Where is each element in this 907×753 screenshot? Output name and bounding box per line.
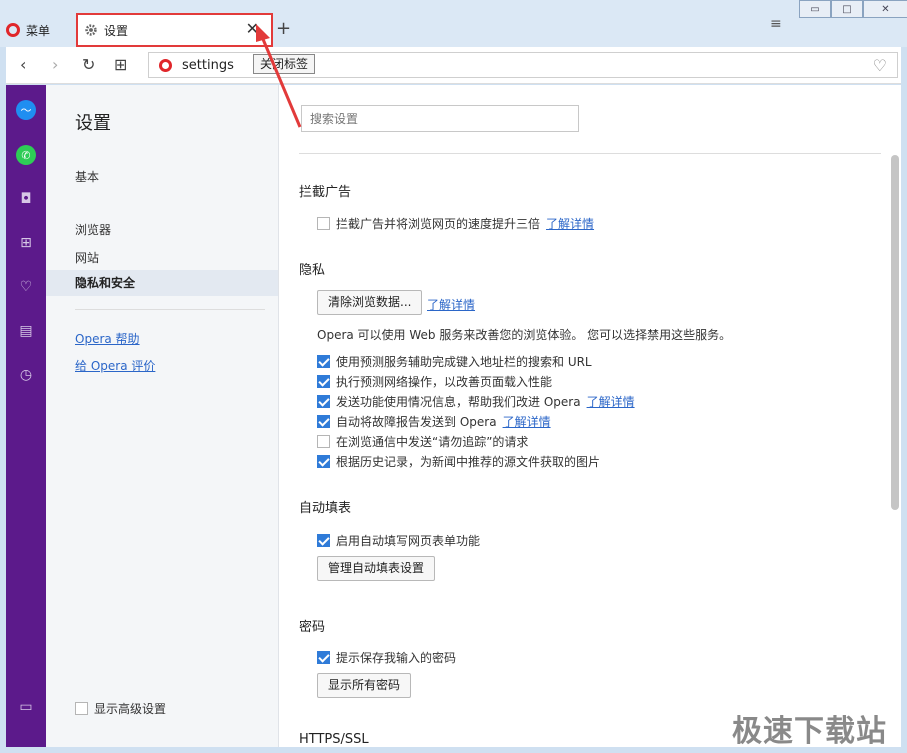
heart-icon[interactable]: ♡ — [16, 277, 36, 297]
opera-url-icon — [159, 58, 172, 72]
url-text: settings — [182, 57, 234, 73]
https-section-title: HTTPS/SSL — [299, 732, 369, 747]
privacy-option-news-images[interactable]: 根据历史记录，为新闻中推荐的源文件获取的图片 — [317, 453, 600, 470]
tab-title: 设置 — [104, 23, 129, 38]
settings-content: 拦截广告 拦截广告并将浏览网页的速度提升三倍 了解详情 隐私 清除浏览数据...… — [279, 85, 901, 747]
privacy-option-usage-info[interactable]: 发送功能使用情况信息，帮助我们改进 Opera 了解详情 — [317, 393, 635, 410]
address-bar: ‹ › ↻ ⊞ settings ♡ — [6, 47, 901, 84]
camera-icon[interactable]: ◘ — [16, 189, 36, 209]
title-bar: 菜单 设置 ✕ + ≡ ▭ □ ✕ — [0, 0, 907, 47]
sidebar-toggle-icon[interactable]: ▭ — [16, 697, 36, 717]
back-button[interactable]: ‹ — [20, 55, 26, 74]
tab-menu-button[interactable]: ≡ — [770, 16, 782, 32]
checkbox[interactable] — [317, 435, 330, 448]
clear-browsing-data-button[interactable]: 清除浏览数据... — [317, 290, 423, 315]
adblock-learn-more-link[interactable]: 了解详情 — [546, 215, 594, 232]
privacy-option-predict-search[interactable]: 使用预测服务辅助完成键入地址栏的搜索和 URL — [317, 353, 592, 370]
autofill-option[interactable]: 启用自动填写网页表单功能 — [317, 532, 480, 549]
show-passwords-button[interactable]: 显示所有密码 — [317, 673, 412, 698]
history-icon[interactable]: ◷ — [16, 365, 36, 385]
adblock-option[interactable]: 拦截广告并将浏览网页的速度提升三倍 了解详情 — [317, 215, 594, 232]
adblock-checkbox[interactable] — [317, 217, 330, 230]
advanced-settings-toggle[interactable]: 显示高级设置 — [75, 700, 166, 717]
privacy-option-do-not-track[interactable]: 在浏览通信中发送“请勿追踪”的请求 — [317, 433, 528, 450]
minimize-button[interactable]: ▭ — [799, 0, 831, 18]
content-scrollbar[interactable] — [891, 155, 899, 510]
passwords-section-title: 密码 — [299, 620, 326, 635]
checkbox[interactable] — [317, 534, 330, 547]
autofill-section-title: 自动填表 — [299, 501, 352, 516]
privacy-section-title: 隐私 — [299, 263, 326, 278]
nav-divider — [75, 309, 265, 310]
option-label: 发送功能使用情况信息，帮助我们改进 Opera — [336, 395, 581, 409]
content-divider — [299, 153, 881, 154]
news-icon[interactable]: ▤ — [16, 321, 36, 341]
menu-label: 菜单 — [26, 23, 51, 38]
crash-learn-more-link[interactable]: 了解详情 — [503, 413, 551, 430]
messenger-icon[interactable]: 〜 — [16, 100, 36, 120]
nav-item-privacy-security[interactable]: 隐私和安全 — [46, 270, 278, 296]
nav-item-browser[interactable]: 浏览器 — [75, 221, 111, 238]
option-label: 启用自动填写网页表单功能 — [336, 534, 481, 548]
maximize-button[interactable]: □ — [831, 0, 863, 18]
option-label: 执行预测网络操作，以改善页面载入性能 — [336, 375, 553, 389]
nav-item-websites[interactable]: 网站 — [75, 249, 99, 266]
gear-icon — [85, 24, 97, 36]
reload-button[interactable]: ↻ — [82, 55, 95, 74]
settings-nav: 设置 基本 浏览器 网站 隐私和安全 Opera 帮助 给 Opera 评价 显… — [46, 85, 279, 747]
adblock-label: 拦截广告并将浏览网页的速度提升三倍 — [336, 217, 541, 231]
speed-dial-icon[interactable]: ⊞ — [16, 233, 36, 253]
privacy-option-predict-network[interactable]: 执行预测网络操作，以改善页面载入性能 — [317, 373, 552, 390]
option-label: 根据历史记录，为新闻中推荐的源文件获取的图片 — [336, 455, 601, 469]
whatsapp-icon[interactable]: ✆ — [16, 145, 36, 165]
privacy-option-crash-reports[interactable]: 自动将故障报告发送到 Opera 了解详情 — [317, 413, 551, 430]
option-label: 使用预测服务辅助完成键入地址栏的搜索和 URL — [336, 355, 592, 369]
manage-autofill-button[interactable]: 管理自动填表设置 — [317, 556, 436, 581]
checkbox[interactable] — [317, 651, 330, 664]
password-save-option[interactable]: 提示保存我输入的密码 — [317, 649, 456, 666]
privacy-description: Opera 可以使用 Web 服务来改善您的浏览体验。 您可以选择禁用这些服务。 — [317, 328, 732, 342]
checkbox[interactable] — [317, 355, 330, 368]
annotation-arrow-icon — [256, 24, 302, 128]
nav-item-basic[interactable]: 基本 — [75, 168, 99, 185]
checkbox[interactable] — [317, 375, 330, 388]
checkbox[interactable] — [317, 395, 330, 408]
opera-menu-button[interactable]: 菜单 — [6, 18, 50, 42]
privacy-learn-more-link[interactable]: 了解详情 — [427, 296, 475, 313]
watermark: 极速下载站 — [732, 714, 887, 749]
opera-sidebar: 〜 ✆ ◘ ⊞ ♡ ▤ ◷ ▭ — [6, 85, 46, 747]
window-controls: ▭ □ ✕ — [799, 0, 907, 18]
usage-learn-more-link[interactable]: 了解详情 — [587, 393, 635, 410]
bookmark-heart-icon[interactable]: ♡ — [873, 56, 887, 75]
option-label: 自动将故障报告发送到 Opera — [336, 415, 497, 429]
advanced-label: 显示高级设置 — [94, 702, 167, 716]
advanced-checkbox[interactable] — [75, 702, 88, 715]
close-window-button[interactable]: ✕ — [863, 0, 907, 18]
option-label: 提示保存我输入的密码 — [336, 651, 457, 665]
speed-dial-button[interactable]: ⊞ — [114, 55, 127, 74]
option-label: 在浏览通信中发送“请勿追踪”的请求 — [336, 435, 529, 449]
rate-opera-link[interactable]: 给 Opera 评价 — [75, 357, 155, 374]
settings-title: 设置 — [75, 113, 111, 134]
search-settings-input[interactable] — [301, 105, 579, 132]
checkbox[interactable] — [317, 415, 330, 428]
tab-settings[interactable]: 设置 ✕ — [76, 13, 273, 47]
checkbox[interactable] — [317, 455, 330, 468]
adblock-section-title: 拦截广告 — [299, 185, 352, 200]
forward-button[interactable]: › — [52, 55, 58, 74]
opera-help-link[interactable]: Opera 帮助 — [75, 330, 140, 347]
opera-logo-icon — [6, 23, 20, 37]
